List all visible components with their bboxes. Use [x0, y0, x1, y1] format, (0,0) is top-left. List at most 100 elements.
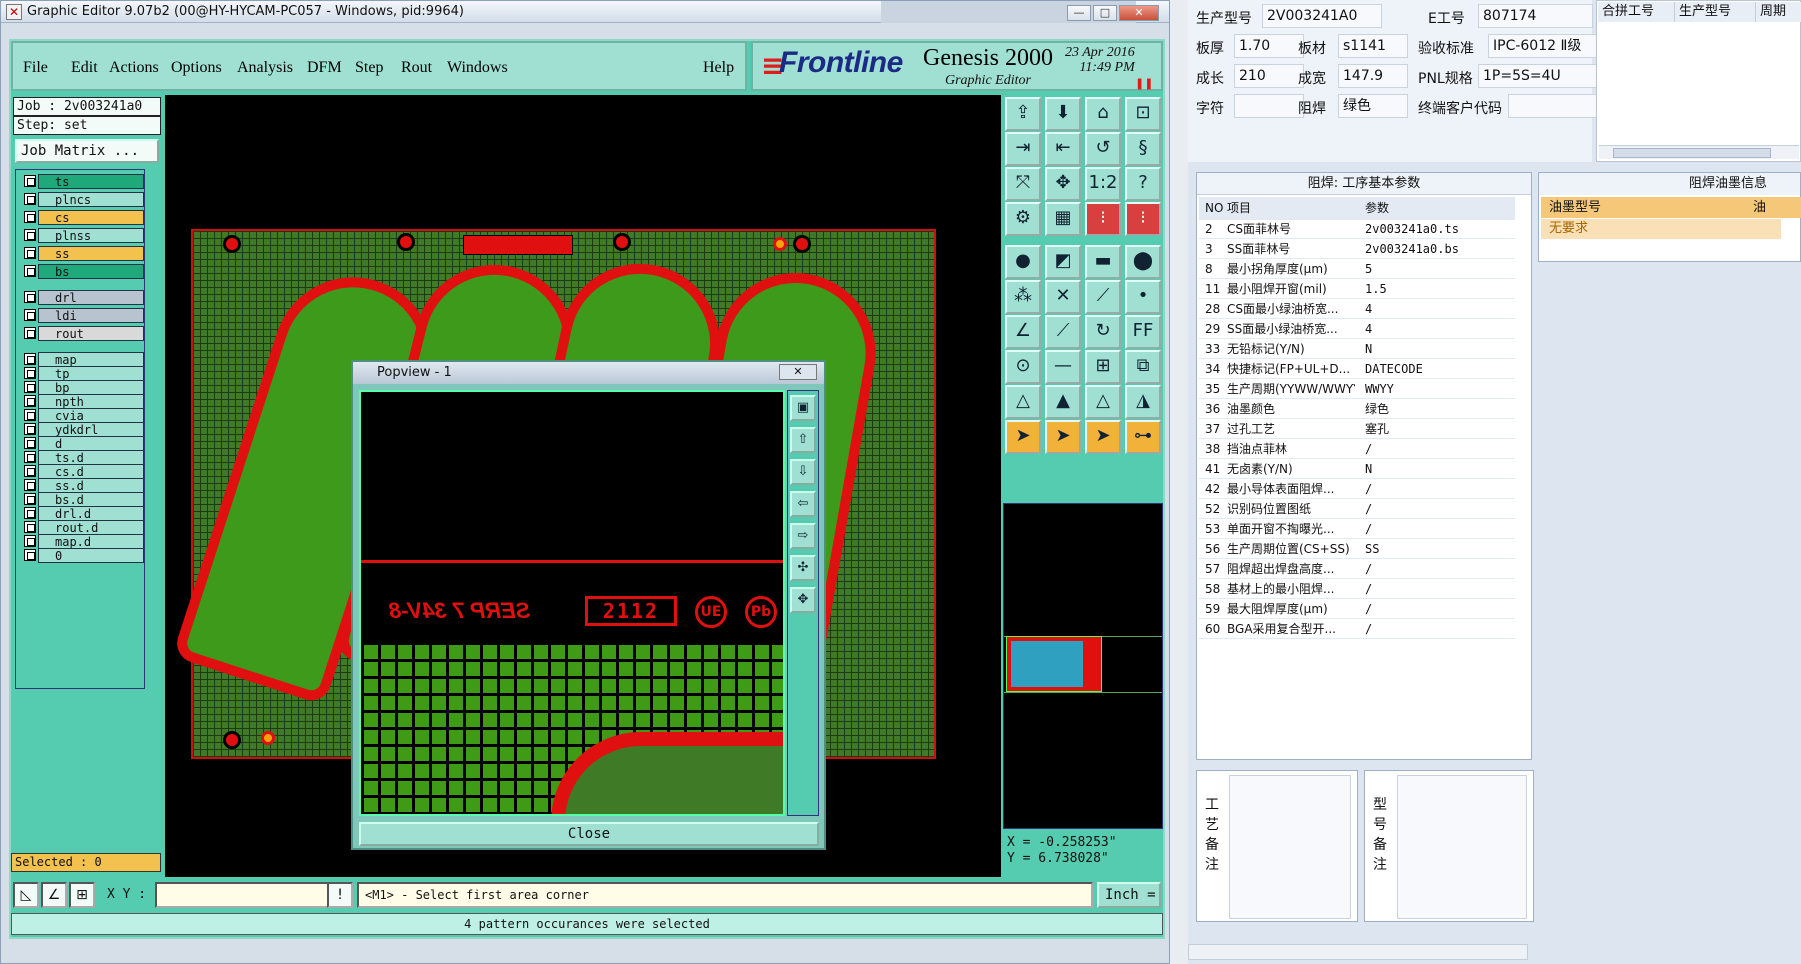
param-row[interactable]: 29 SS面最小绿油桥宽... 4	[1199, 319, 1515, 339]
pan-right-icon[interactable]: ⇨	[790, 523, 816, 549]
pan-up-icon[interactable]: ⇧	[790, 427, 816, 453]
info-value[interactable]: 210	[1234, 64, 1304, 88]
layer-name[interactable]: rout.d	[38, 520, 144, 535]
info-value[interactable]: s1141	[1338, 34, 1408, 58]
param-row[interactable]: 53 单面开窗不掏曝光... /	[1199, 519, 1515, 539]
layer-checkbox[interactable]	[24, 367, 36, 379]
param-row[interactable]: 57 阻焊超出焊盘高度... /	[1199, 559, 1515, 579]
triangle-icon[interactable]: △	[1005, 385, 1041, 419]
layer-name[interactable]: d	[38, 436, 144, 451]
export-icon[interactable]: ⇤	[1045, 132, 1081, 166]
cross-icon[interactable]: ✕	[1045, 280, 1081, 314]
layer-name[interactable]: ydkdrl	[38, 422, 144, 437]
info-value[interactable]	[1508, 94, 1598, 118]
connect-icon[interactable]: ⁝	[1125, 202, 1161, 236]
pan-left-icon[interactable]: ⇦	[790, 491, 816, 517]
home-icon[interactable]: ⌂	[1085, 97, 1121, 131]
popview-close-button[interactable]: Close	[359, 822, 819, 846]
zoom-in-icon[interactable]: ✥	[790, 587, 816, 613]
param-row[interactable]: 34 快捷标记(FP+UL+D... DATECODE	[1199, 359, 1515, 379]
pan-down-icon[interactable]: ⇩	[790, 459, 816, 485]
param-row[interactable]: 60 BGA采用复合型开... /	[1199, 619, 1515, 639]
popview-close-icon[interactable]: ✕	[779, 364, 817, 380]
info-value[interactable]: 绿色	[1338, 94, 1408, 118]
param-row[interactable]: 42 最小导体表面阻焊... /	[1199, 479, 1515, 499]
ff-icon[interactable]: FF	[1125, 315, 1161, 349]
info-value[interactable]: IPC-6012 Ⅱ级	[1488, 34, 1598, 58]
circle-icon[interactable]: ⬤	[1125, 245, 1161, 279]
layer-checkbox[interactable]	[24, 437, 36, 449]
unit-selector[interactable]: Inch =	[1097, 882, 1161, 908]
measure-icon[interactable]: ◩	[1045, 245, 1081, 279]
param-row[interactable]: 41 无卤素(Y/N) N	[1199, 459, 1515, 479]
pointer2-icon[interactable]: ➤	[1045, 420, 1081, 454]
layer-name[interactable]: map	[38, 352, 144, 367]
param-row[interactable]: 56 生产周期位置(CS+SS) SS	[1199, 539, 1515, 559]
merge-col-header[interactable]: 生产型号	[1675, 2, 1756, 22]
popview-canvas[interactable]: SERP 7 34V-8 2112 UE Pb	[359, 390, 785, 816]
layer-name[interactable]: plncs	[38, 192, 144, 207]
minus-icon[interactable]: —	[1045, 350, 1081, 384]
scroll-thumb[interactable]	[1613, 148, 1771, 158]
maximize-button[interactable]: □	[1093, 5, 1117, 21]
pad-icon[interactable]: ●	[1005, 245, 1041, 279]
layer-checkbox[interactable]	[24, 229, 36, 241]
snap-icon[interactable]: ◺	[13, 882, 39, 908]
oil-row[interactable]: 无要求	[1541, 219, 1781, 239]
layer-checkbox[interactable]	[24, 521, 36, 533]
save-icon[interactable]: ⬇	[1045, 97, 1081, 131]
line-icon[interactable]: ⟋	[1085, 280, 1121, 314]
layer-checkbox[interactable]	[24, 423, 36, 435]
layer-checkbox[interactable]	[24, 193, 36, 205]
menu-step[interactable]: Step	[355, 59, 383, 77]
grid-snap-icon[interactable]: ⊞	[69, 882, 95, 908]
layer-name[interactable]: ss	[38, 246, 144, 261]
layer-name[interactable]: cs	[38, 210, 144, 225]
undo-icon[interactable]: ↺	[1085, 132, 1121, 166]
layer-checkbox[interactable]	[24, 493, 36, 505]
menu-actions[interactable]: Actions	[109, 59, 159, 77]
layer-checkbox[interactable]	[24, 291, 36, 303]
info-value[interactable]	[1234, 94, 1304, 118]
layer-name[interactable]: tp	[38, 366, 144, 381]
layer-checkbox[interactable]	[24, 327, 36, 339]
param-row[interactable]: 58 基材上的最小阻焊... /	[1199, 579, 1515, 599]
fit-icon[interactable]: ⤧	[1005, 167, 1041, 201]
layer-checkbox[interactable]	[24, 395, 36, 407]
alert-icon[interactable]: !	[327, 882, 353, 908]
triangle4-icon[interactable]: ◮	[1125, 385, 1161, 419]
angle-icon[interactable]: ∠	[41, 882, 67, 908]
menu-windows[interactable]: Windows	[447, 59, 508, 77]
process-note-textarea[interactable]	[1229, 775, 1351, 919]
point-icon[interactable]: •	[1125, 280, 1161, 314]
layer-name[interactable]: drl	[38, 290, 144, 305]
layer-checkbox[interactable]	[24, 549, 36, 561]
merge-hscrollbar[interactable]	[1599, 145, 1799, 159]
popview-titlebar[interactable]: Popview - 1	[353, 362, 824, 384]
menu-dfm[interactable]: DFM	[307, 59, 342, 77]
info-value[interactable]: 2V003241A0	[1262, 4, 1382, 28]
layer-checkbox[interactable]	[24, 535, 36, 547]
layer-name[interactable]: bs	[38, 264, 144, 279]
layers-icon[interactable]: ⁝	[1085, 202, 1121, 236]
param-row[interactable]: 52 识别码位置图纸 /	[1199, 499, 1515, 519]
center-icon[interactable]: ✥	[1045, 167, 1081, 201]
layer-checkbox[interactable]	[24, 175, 36, 187]
layer-checkbox[interactable]	[24, 409, 36, 421]
param-row[interactable]: 36 油墨颜色 绿色	[1199, 399, 1515, 419]
param-row[interactable]: 11 最小阻焊开窗(mil) 1.5	[1199, 279, 1515, 299]
merge-col-header[interactable]: 合拼工号	[1598, 2, 1675, 22]
open-icon[interactable]: ⇪	[1005, 97, 1041, 131]
layer-name[interactable]: cs.d	[38, 464, 144, 479]
xy-input[interactable]	[155, 882, 333, 908]
layer-checkbox[interactable]	[24, 211, 36, 223]
param-row[interactable]: 59 最大阻焊厚度(μm) /	[1199, 599, 1515, 619]
pointer3-icon[interactable]: ➤	[1085, 420, 1121, 454]
layer-checkbox[interactable]	[24, 479, 36, 491]
overview-map[interactable]	[1003, 503, 1163, 829]
info-value[interactable]: 807174	[1478, 4, 1593, 28]
param-row[interactable]: 35 生产周期(YYWW/WWYY) WWYY	[1199, 379, 1515, 399]
model-note-textarea[interactable]	[1397, 775, 1527, 919]
arc-icon[interactable]: ↻	[1085, 315, 1121, 349]
layer-name[interactable]: drl.d	[38, 506, 144, 521]
